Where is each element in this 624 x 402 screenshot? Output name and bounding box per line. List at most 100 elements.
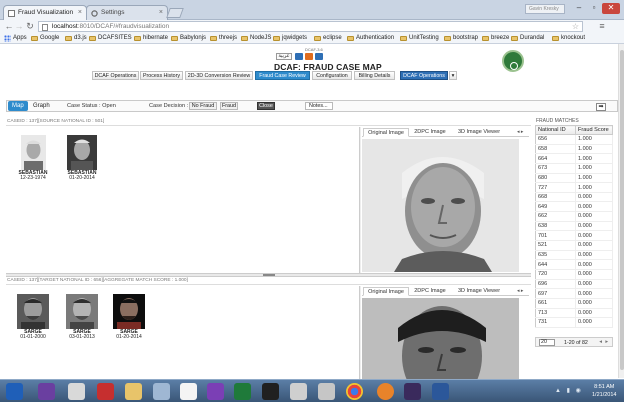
menu-fraud-case-review[interactable]: Fraud Case Review [255,71,310,80]
folder-icon[interactable] [125,383,142,400]
tools-icon[interactable] [290,383,307,400]
bookmark-apps[interactable]: Apps [4,34,27,43]
target-person-card[interactable]: SARGE 03-01-2013 [63,294,101,340]
table-row[interactable]: 673 1.000 [535,163,613,174]
close-window-icon[interactable]: ✕ [602,3,620,14]
forward-icon[interactable]: → [14,21,24,31]
outlook-icon[interactable] [6,383,23,400]
settings-icon[interactable] [315,53,323,60]
bookmark-item[interactable]: d3.js [65,34,87,43]
pager-arrows-icon[interactable]: ◂ ▸ [599,339,609,345]
tab-2dpc-image[interactable]: 2DPC Image [410,128,450,137]
tab-3d-image-viewer[interactable]: 3D Image Viewer [452,287,506,296]
fraud-button[interactable]: Fraud [220,102,238,110]
scrollbar-thumb[interactable] [620,50,624,370]
source-person-card[interactable]: SEBASTIAN 01-20-2014 [63,135,101,181]
menu-process-history[interactable]: Process History [140,71,183,80]
table-row[interactable]: 661 0.000 [535,298,613,309]
table-row[interactable]: 664 1.000 [535,153,613,164]
chrome-icon[interactable] [346,383,363,400]
table-row[interactable]: 701 0.000 [535,230,613,242]
page-scrollbar[interactable] [618,44,624,378]
language-button[interactable]: عربية [276,53,292,60]
horizontal-splitter[interactable] [6,273,531,277]
tab-scroll-arrows-icon[interactable]: ◂ ▸ [517,128,523,137]
tab-3d-image-viewer[interactable]: 3D Image Viewer [452,128,506,137]
visual-studio-purple-icon[interactable] [207,383,224,400]
bookmark-item[interactable]: knockout [552,34,585,43]
eclipse-icon[interactable] [404,383,421,400]
bookmark-item[interactable]: threejs [210,34,237,43]
desktop-icon[interactable] [153,383,170,400]
table-row[interactable]: 649 0.000 [535,201,613,213]
bookmark-item[interactable]: eclipse [314,34,342,43]
url-field[interactable]: localhost:8010/DCAF/#fraudvisualization … [38,21,583,32]
tab-2dpc-image[interactable]: 2DPC Image [410,287,450,296]
menu-icon[interactable]: ≡ [597,21,607,31]
pane-divider[interactable] [359,127,361,273]
menu-dcaf-operations[interactable]: DCAF Operations [92,71,139,80]
table-row[interactable]: 696 0.000 [535,279,613,290]
table-row[interactable]: 521 0.000 [535,240,613,251]
table-row[interactable]: 720 0.000 [535,269,613,280]
tab-map[interactable]: Map [8,101,28,111]
column-header-national-id[interactable]: National ID [535,125,576,135]
command-prompt-icon[interactable] [262,383,279,400]
system-tray-icons[interactable]: ▲ ▮ ◉ [555,387,583,394]
file-icon[interactable] [180,383,197,400]
file-icon[interactable] [318,383,335,400]
visual-studio-icon[interactable] [38,383,55,400]
table-row[interactable]: 680 1.000 [535,173,613,184]
splitter-grip-icon[interactable] [263,274,275,276]
table-row[interactable]: 727 1.000 [535,182,613,193]
table-row[interactable]: 656 1.000 [535,134,613,145]
source-person-card[interactable]: SEBASTIAN 12-23-1974 [14,135,52,181]
back-icon[interactable]: ← [4,21,14,31]
notes-field[interactable]: Notes... [305,102,333,110]
user-profile-box[interactable]: Gavin Kresky [525,4,565,14]
tab-graph[interactable]: Graph [29,101,54,111]
word-icon[interactable] [432,383,449,400]
close-tab-icon[interactable]: × [78,9,82,16]
table-row[interactable]: 644 0.000 [535,259,613,270]
close-tab-icon[interactable]: × [159,9,163,16]
tab-scroll-arrows-icon[interactable]: ◂ ▸ [517,287,523,296]
reload-icon[interactable]: ↻ [25,21,35,31]
menu-2d-3d-conversion-review[interactable]: 2D-3D Conversion Review [185,71,253,80]
table-row[interactable]: 662 0.000 [535,211,613,222]
bookmark-item[interactable]: Durandal [511,34,544,43]
media-icon[interactable] [68,383,85,400]
browser-tab-fraud-visualization[interactable]: Fraud Visualization × [3,5,87,20]
bookmark-item[interactable]: DCAFSITES [89,34,132,43]
target-person-card[interactable]: SARGE 01-20-2014 [110,294,148,340]
firefox-icon[interactable] [377,383,394,400]
user-icon[interactable] [295,53,303,60]
maximize-icon[interactable]: ▫ [587,3,601,14]
table-row[interactable]: 658 1.000 [535,144,613,155]
no-fraud-button[interactable]: No Fraud [189,102,217,110]
target-person-card[interactable]: SARGE 01-01-2000 [14,294,52,340]
home-icon[interactable] [305,53,313,60]
tab-original-image[interactable]: Original Image [363,128,409,137]
table-row[interactable]: 668 0.000 [535,192,613,203]
bookmark-star-icon[interactable]: ☆ [572,22,579,31]
bookmark-item[interactable]: UnitTesting [400,34,439,43]
table-row[interactable]: 638 0.000 [535,221,613,232]
arrow-right-icon[interactable]: ➡ [596,103,606,111]
bookmark-item[interactable]: hibernate [134,34,168,43]
table-row[interactable]: 731 0.000 [535,317,613,328]
table-row[interactable]: 635 0.000 [535,250,613,261]
close-button[interactable]: Close [257,102,275,110]
table-row[interactable]: 697 0.000 [535,288,613,299]
ccleaner-icon[interactable] [97,383,114,400]
column-header-fraud-score[interactable]: Fraud Score [575,125,613,135]
minimize-icon[interactable]: – [572,3,586,14]
browser-tab-settings[interactable]: Settings × [86,5,168,20]
menu-dcaf-operations-dropdown[interactable]: DCAF Operations [400,71,448,80]
bookmark-item[interactable]: jqwidgets [273,34,307,43]
bookmark-item[interactable]: Authentication [347,34,394,43]
menu-billing-details[interactable]: Billing Details [354,71,395,80]
bookmark-item[interactable]: Google [31,34,59,43]
chevron-down-icon[interactable]: ▾ [449,71,457,80]
pane-divider[interactable] [359,286,361,379]
